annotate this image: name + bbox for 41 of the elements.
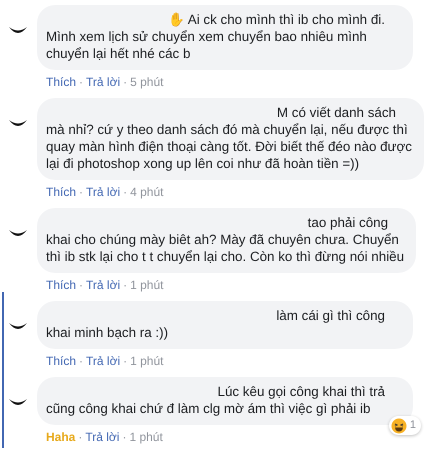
separator-dot: · (79, 354, 84, 368)
comment-text: tao phải công (308, 214, 388, 231)
comment-text: quay màn hình điện thoại càng tốt. Đời biết thế đéo nào được (46, 138, 412, 155)
comment-time: 1 phút (129, 430, 163, 444)
comment-time: 5 phút (130, 75, 164, 89)
comment-time: 1 phút (130, 278, 164, 292)
comment-time: 4 phút (130, 185, 164, 199)
reply-link[interactable]: Trả lời (86, 354, 120, 368)
reaction-count: 1 (410, 418, 416, 433)
separator-dot: · (79, 75, 84, 89)
comment-text: thì ib stk lại cho t t chuyển lại cho. Còn ko thì đừng nói nhiều (46, 248, 404, 265)
reply-link[interactable]: Trả lời (85, 430, 120, 444)
reply-link[interactable]: Trả lời (86, 278, 120, 292)
reply-link[interactable]: Trả lời (86, 185, 120, 199)
like-link[interactable]: Thích (46, 354, 76, 368)
like-link[interactable]: Thích (46, 185, 76, 199)
comment-text: mà nhỉ? cứ y theo danh sách đó mà chuyển lại, nếu được thì (46, 121, 409, 138)
separator-dot: · (79, 185, 84, 199)
separator-dot: · (122, 430, 126, 444)
comment-text: Mình xem lịch sử chuyển xem chuyển bao nhiêu mình (46, 28, 368, 45)
reaction-badge[interactable]: 1 (388, 416, 421, 435)
separator-dot: · (123, 75, 128, 89)
comment-text: làm cái gì thì công (276, 307, 385, 324)
comment-text: khai cho chúng mày biêt ah? Mày đã chuyên chưa. Chuyển (46, 231, 400, 248)
separator-dot: · (78, 430, 82, 444)
separator-dot: · (123, 185, 128, 199)
comment-text: cũng công khai chứ đ làm clg mờ ám thì việc gì phải ib (46, 400, 372, 417)
comment-text: khai minh bạch ra :)) (46, 324, 170, 341)
comment-text: ✋ Ai ck cho mình thì ib cho mình đi. (168, 11, 385, 28)
comment-text: M có viết danh sách (276, 104, 396, 121)
comment-text: Lúc kêu gọi công khai thì trả (218, 383, 385, 400)
like-link[interactable]: Thích (46, 75, 76, 89)
separator-dot: · (123, 278, 128, 292)
laughing-emoji-icon (390, 418, 407, 434)
separator-dot: · (79, 278, 84, 292)
comment-time: 1 phút (130, 354, 164, 368)
comment-text: lại đi photoshop xong up lên coi như đã hoàn tiền =)) (46, 155, 360, 172)
like-link[interactable]: Thích (46, 278, 76, 292)
comment-text: chuyển lại hết nhé các b (46, 45, 192, 62)
separator-dot: · (123, 354, 128, 368)
reply-link[interactable]: Trả lời (86, 75, 120, 89)
